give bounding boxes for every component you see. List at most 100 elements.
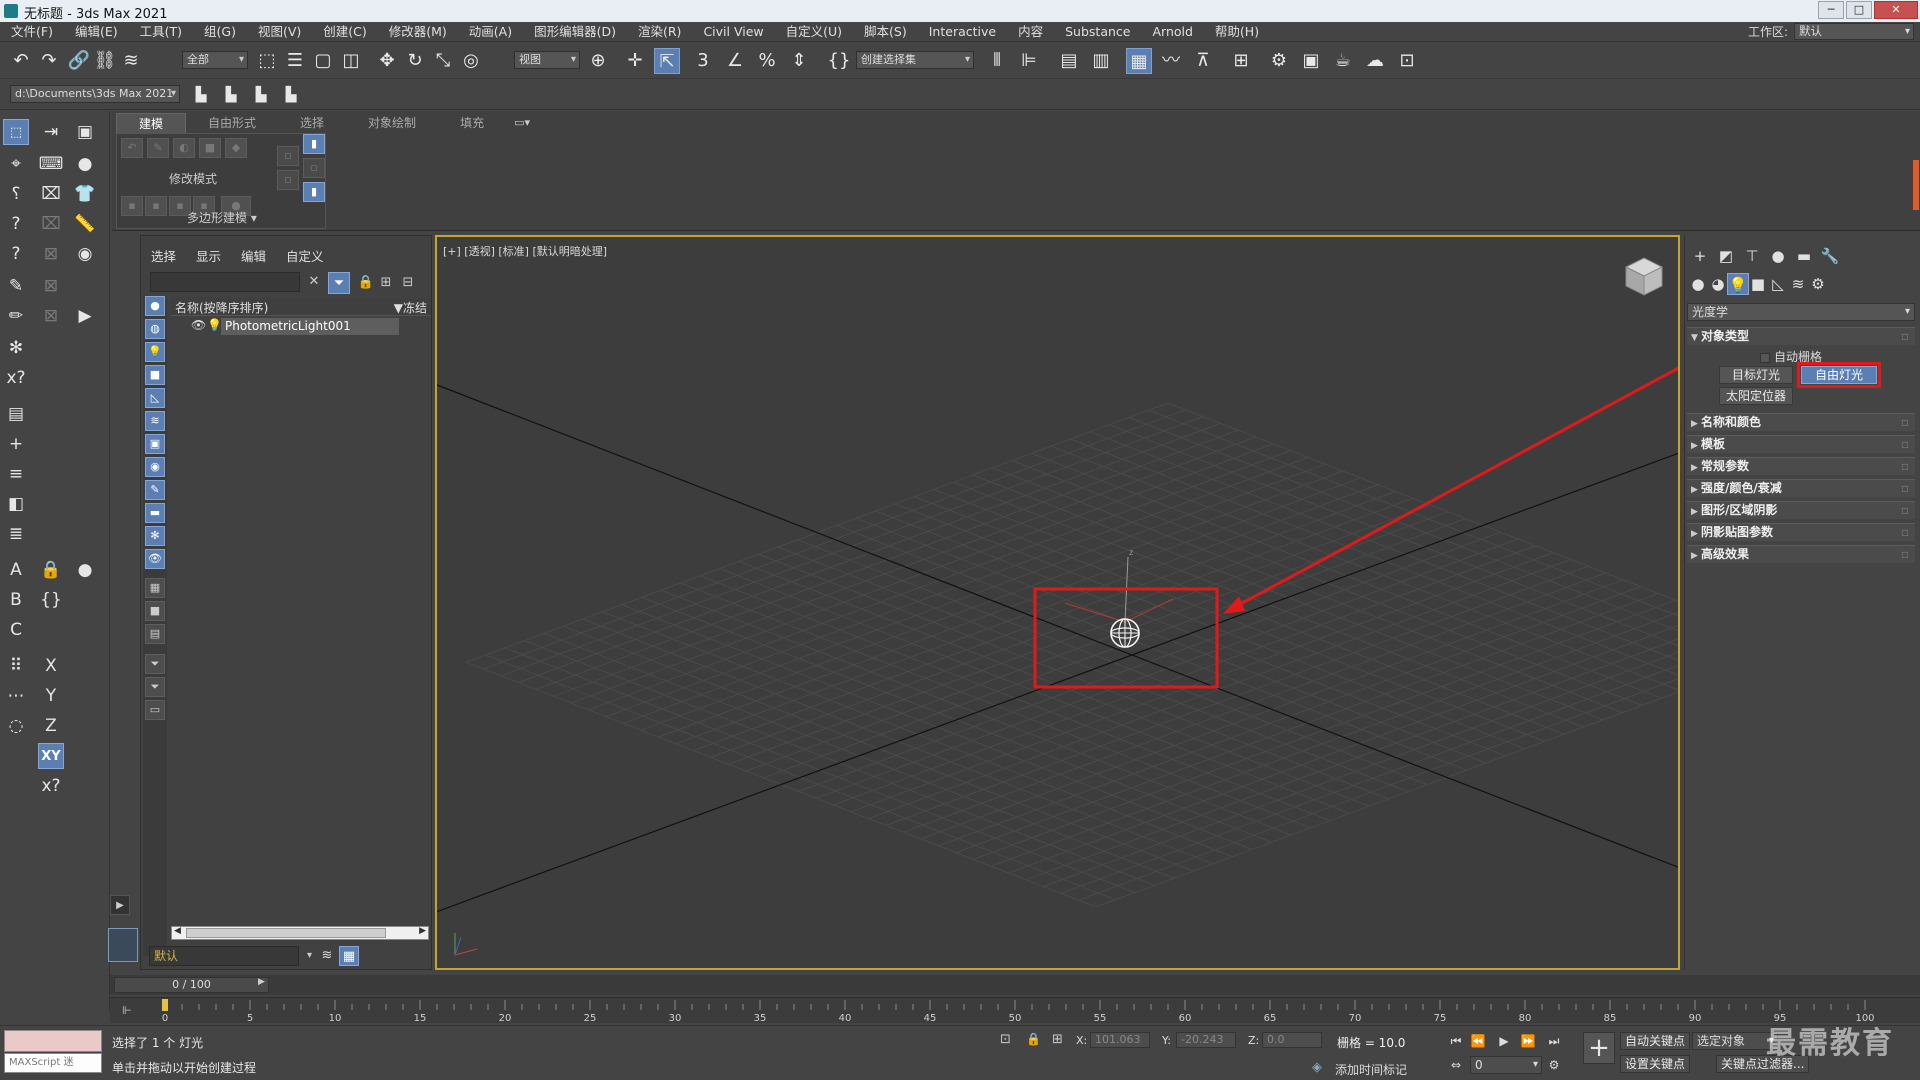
curve-editor-icon[interactable]: 〰 (1158, 48, 1184, 74)
filter-frozen-icon[interactable]: ✻ (145, 526, 165, 546)
hierarchy-icon[interactable]: ⊞ (377, 273, 395, 293)
sync-selection-icon[interactable]: ⊟ (399, 273, 417, 293)
cube-icon[interactable]: ◧ (3, 491, 29, 517)
move-icon[interactable]: ✥ (374, 48, 400, 74)
next-frame-icon[interactable]: ⏩ (1518, 1032, 1538, 1050)
menu-tools[interactable]: 工具(T) (129, 22, 193, 42)
previous-frame-icon[interactable]: ⏪ (1468, 1032, 1488, 1050)
snap-toggle-icon[interactable]: 3 (690, 48, 716, 74)
scroll-left-icon[interactable]: ◀ (174, 926, 181, 936)
explorer-search-input[interactable] (150, 272, 300, 292)
render-queue-icon[interactable]: ⊡ (1394, 48, 1420, 74)
scroll-right-icon[interactable]: ▶ (419, 926, 426, 936)
filter-none-icon[interactable]: ■ (145, 601, 165, 621)
ribbon-side-btn-2[interactable]: ▫ (277, 170, 299, 190)
rotate-icon[interactable]: ↻ (402, 48, 428, 74)
dots-b-icon[interactable]: ⋯ (3, 683, 29, 709)
play-icon[interactable]: ▶ (1494, 1032, 1514, 1050)
filter-containers-icon[interactable]: ▬ (145, 503, 165, 523)
workspace-dropdown[interactable]: 默认 (1794, 23, 1914, 40)
filter-spacewarps-icon[interactable]: ≋ (145, 411, 165, 431)
menu-substance[interactable]: Substance (1054, 22, 1141, 42)
scrollbar-thumb[interactable] (186, 928, 386, 938)
lights-category-icon[interactable]: 💡 (1727, 273, 1749, 295)
x-coordinate-field[interactable]: 101.063 (1090, 1032, 1150, 1048)
go-to-end-icon[interactable]: ⏭ (1544, 1032, 1564, 1050)
add-icon[interactable]: + (3, 431, 29, 457)
current-frame-marker[interactable] (162, 999, 168, 1011)
render-frame-icon[interactable]: ▣ (72, 119, 98, 145)
tool-c-icon[interactable]: ⊠ (38, 241, 64, 267)
go-to-start-icon[interactable]: ⏮ (1446, 1032, 1466, 1050)
rollout-object-type[interactable]: ▼ 对象类型 ▫ (1687, 327, 1915, 345)
set-key-mode-button[interactable]: 设置关键点 (1620, 1055, 1691, 1073)
time-slider[interactable]: ◀ 0 / 100 ▶ (110, 975, 1920, 995)
rollout-general-parameters[interactable]: ▶ 常规参数 ▫ (1687, 457, 1915, 475)
modify-tab-icon[interactable]: ◩ (1715, 245, 1737, 267)
photometric-light-icon[interactable] (1110, 618, 1140, 648)
hierarchy-tab-icon[interactable]: ⊤ (1741, 245, 1763, 267)
z-coordinate-field[interactable]: 0.0 (1262, 1032, 1322, 1048)
sun-positioner-button[interactable]: 太阳定位器 (1719, 387, 1793, 405)
filter-icon[interactable]: ⏷ (328, 272, 350, 294)
lock-icon[interactable]: 🔒 (38, 557, 64, 583)
tab-populate[interactable]: 填充 (438, 113, 506, 133)
paint-select-icon[interactable]: ⌨ (38, 151, 64, 177)
scene-explorer-toggle-icon[interactable]: ▦ (1126, 48, 1152, 74)
rollout-intensity-color[interactable]: ▶ 强度/颜色/衰减 ▫ (1687, 479, 1915, 497)
axis-xq-icon[interactable]: x? (38, 773, 64, 799)
tool-a-icon[interactable]: ⌧ (38, 181, 64, 207)
list-icon[interactable]: ▤ (3, 401, 29, 427)
target-light-button[interactable]: 目标灯光 (1719, 366, 1793, 384)
tool-d-icon[interactable]: ⊠ (38, 273, 64, 299)
ribbon-btn-5[interactable]: ◆ (225, 138, 247, 158)
ribbon-toggle-icon[interactable]: ▥ (1088, 48, 1114, 74)
filter-invert-icon[interactable]: ▤ (145, 624, 165, 644)
visibility-eye-icon[interactable]: 👁 (191, 318, 206, 332)
select-tool-icon[interactable]: ⬚ (3, 119, 29, 145)
rollout-templates[interactable]: ▶ 模板 ▫ (1687, 435, 1915, 453)
menu-edit[interactable]: 编辑(E) (64, 22, 129, 42)
dots-a-icon[interactable]: ⠿ (3, 653, 29, 679)
auto-key-button[interactable]: 自动关键点 (1620, 1032, 1691, 1050)
helpers-category-icon[interactable]: ◺ (1767, 273, 1789, 295)
polygon-modeling-dropdown[interactable]: 多边形建模 ▾ (187, 209, 257, 226)
ribbon-options-icon[interactable]: ▭▾ (506, 113, 538, 133)
sphere-icon[interactable]: ◉ (72, 241, 98, 267)
filter-shapes-icon[interactable]: ◍ (145, 319, 165, 339)
shirt-icon[interactable]: 👕 (72, 181, 98, 207)
absolute-mode-icon[interactable]: ⊞ (1052, 1032, 1063, 1047)
text-a-icon[interactable]: A (3, 557, 29, 583)
layer-explorer-icon[interactable]: ▤ (1056, 48, 1082, 74)
named-selection-dropdown[interactable]: 创建选择集 (856, 51, 974, 69)
unlink-icon[interactable]: ⛓ (92, 48, 118, 74)
filter-funnel-b-icon[interactable]: ⏷ (145, 677, 165, 697)
filter-groups-icon[interactable]: ▣ (145, 434, 165, 454)
filter-all-icon[interactable]: ▦ (145, 578, 165, 598)
menu-rendering[interactable]: 渲染(R) (627, 22, 692, 42)
stack-icon[interactable]: ≣ (3, 521, 29, 547)
project-create-icon[interactable]: ▙ (218, 82, 244, 108)
menu-content[interactable]: 内容 (1007, 22, 1054, 42)
shapes-category-icon[interactable]: ◕ (1707, 273, 1729, 295)
isolate-icon[interactable]: ⊡ (1000, 1032, 1011, 1047)
geometry-category-icon[interactable]: ● (1687, 273, 1709, 295)
undo-icon[interactable]: ↶ (8, 48, 34, 74)
film-icon[interactable]: ▶ (72, 303, 98, 329)
explorer-menu-edit[interactable]: 编辑 (231, 246, 276, 265)
time-tag-icon[interactable]: ◈ (1312, 1060, 1322, 1075)
menu-modifiers[interactable]: 修改器(M) (378, 22, 458, 42)
ruler-icon[interactable]: 📏 (72, 211, 98, 237)
utilities-tab-icon[interactable]: 🔧 (1819, 245, 1841, 267)
lock-icon[interactable]: 🔒 (357, 273, 375, 293)
edit-named-selection-icon[interactable]: {} (826, 48, 852, 74)
cameras-category-icon[interactable]: ■ (1747, 273, 1769, 295)
scale-icon[interactable]: ⤡ (430, 48, 456, 74)
snowflake-icon[interactable]: ✻ (3, 335, 29, 361)
bind-space-warp-icon[interactable]: ≋ (118, 48, 144, 74)
reference-coord-dropdown[interactable]: 视图 (514, 51, 580, 69)
filter-bones-icon[interactable]: ✎ (145, 480, 165, 500)
spinner-snap-icon[interactable]: ⇕ (786, 48, 812, 74)
ribbon-side-btn-5[interactable]: ▮ (303, 182, 325, 202)
layers-icon[interactable]: ≡ (3, 461, 29, 487)
